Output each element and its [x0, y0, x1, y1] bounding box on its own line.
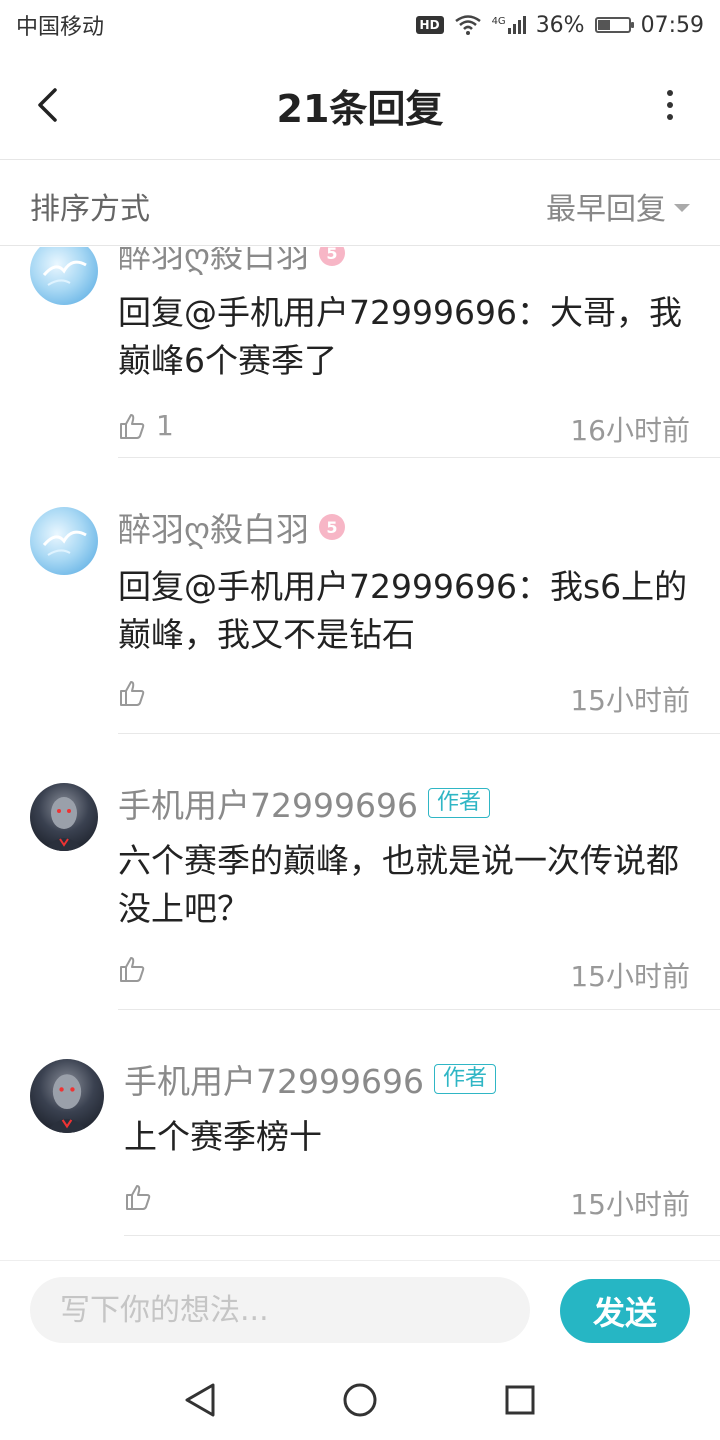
avatar[interactable]	[30, 783, 98, 851]
like-count: 1	[156, 409, 174, 442]
sort-bar: 排序方式 最早回复	[0, 160, 720, 246]
circle-home-icon	[343, 1383, 377, 1417]
comment-item: 醉羽ღ殺白羽 5 回复@手机用户72999696：大哥，我巅峰6个赛季了 1 1…	[0, 247, 720, 458]
username[interactable]: 醉羽ღ殺白羽 5	[118, 503, 345, 551]
triangle-back-icon	[185, 1383, 215, 1417]
comment-item: 手机用户72999696 作者 六个赛季的巅峰，也就是说一次传说都没上吧？ 15…	[0, 773, 720, 1050]
status-icons: HD 4G 36% 07:59	[415, 12, 704, 38]
reply-input[interactable]	[30, 1277, 530, 1343]
sort-value: 最早回复	[546, 192, 666, 227]
username[interactable]: 手机用户72999696 作者	[118, 779, 490, 827]
comment-text: 回复@手机用户72999696：大哥，我巅峰6个赛季了	[118, 293, 682, 380]
robot-avatar-icon	[44, 797, 84, 851]
reply-composer: 发送	[0, 1260, 720, 1360]
comment-text: 回复@手机用户72999696：我s6上的巅峰，我又不是钻石	[118, 567, 688, 654]
square-recents-icon	[505, 1385, 535, 1415]
like-button[interactable]	[118, 679, 146, 707]
avatar[interactable]	[30, 507, 98, 575]
comment-item: 醉羽ღ殺白羽 5 回复@手机用户72999696：我s6上的巅峰，我又不是钻石 …	[0, 497, 720, 772]
comment-list: 醉羽ღ殺白羽 5 回复@手机用户72999696：大哥，我巅峰6个赛季了 1 1…	[0, 247, 720, 1260]
nav-back-button[interactable]	[170, 1370, 230, 1430]
like-button[interactable]	[118, 955, 146, 983]
system-nav-bar	[0, 1360, 720, 1440]
comment-item: 手机用户72999696 作者 上个赛季榜十 15小时前	[0, 1049, 720, 1260]
author-tag: 作者	[427, 788, 490, 818]
clock: 07:59	[640, 12, 704, 38]
username[interactable]: 手机用户72999696 作者	[124, 1055, 496, 1103]
divider	[124, 1235, 720, 1236]
comment-text: 六个赛季的巅峰，也就是说一次传说都没上吧？	[118, 841, 679, 928]
level-badge: 5	[318, 247, 345, 266]
wifi-icon	[454, 15, 481, 35]
page-title: 21条回复	[276, 87, 444, 131]
thumbs-up-icon	[120, 681, 145, 706]
comment-text: 上个赛季榜十	[124, 1117, 322, 1156]
bird-icon	[42, 260, 87, 286]
thumbs-up-icon	[126, 1185, 151, 1210]
bird-icon	[42, 530, 87, 556]
hd-icon: HD	[415, 16, 444, 34]
thumbs-up-icon	[120, 413, 145, 439]
timestamp: 15小时前	[570, 684, 690, 717]
header: 21条回复	[0, 52, 720, 160]
send-button[interactable]: 发送	[560, 1279, 690, 1343]
more-vertical-icon	[667, 90, 673, 120]
status-bar: 中国移动 HD 4G 36% 07:59	[0, 0, 720, 50]
robot-avatar-icon	[45, 1074, 89, 1133]
divider	[118, 457, 720, 458]
timestamp: 15小时前	[570, 960, 690, 993]
nav-home-button[interactable]	[330, 1370, 390, 1430]
like-button[interactable]: 1	[118, 409, 174, 442]
author-tag: 作者	[433, 1064, 496, 1094]
signal-icon: 4G	[492, 16, 526, 34]
sort-dropdown[interactable]: 最早回复	[546, 184, 690, 228]
avatar[interactable]	[30, 247, 98, 305]
divider	[118, 733, 720, 734]
level-badge: 5	[318, 514, 345, 540]
timestamp: 16小时前	[570, 414, 690, 447]
divider	[118, 1009, 720, 1010]
network-type: 4G	[491, 16, 506, 27]
battery-percent: 36%	[535, 12, 585, 38]
more-button[interactable]	[650, 82, 690, 128]
caret-down-icon	[674, 204, 690, 212]
username[interactable]: 醉羽ღ殺白羽 5	[118, 247, 345, 277]
sort-label: 排序方式	[30, 192, 150, 227]
battery-icon	[594, 17, 634, 33]
like-button[interactable]	[124, 1183, 152, 1211]
nav-recents-button[interactable]	[490, 1370, 550, 1430]
avatar[interactable]	[30, 1059, 104, 1133]
thumbs-up-icon	[120, 957, 145, 982]
timestamp: 15小时前	[570, 1188, 690, 1221]
carrier-name: 中国移动	[16, 15, 105, 40]
